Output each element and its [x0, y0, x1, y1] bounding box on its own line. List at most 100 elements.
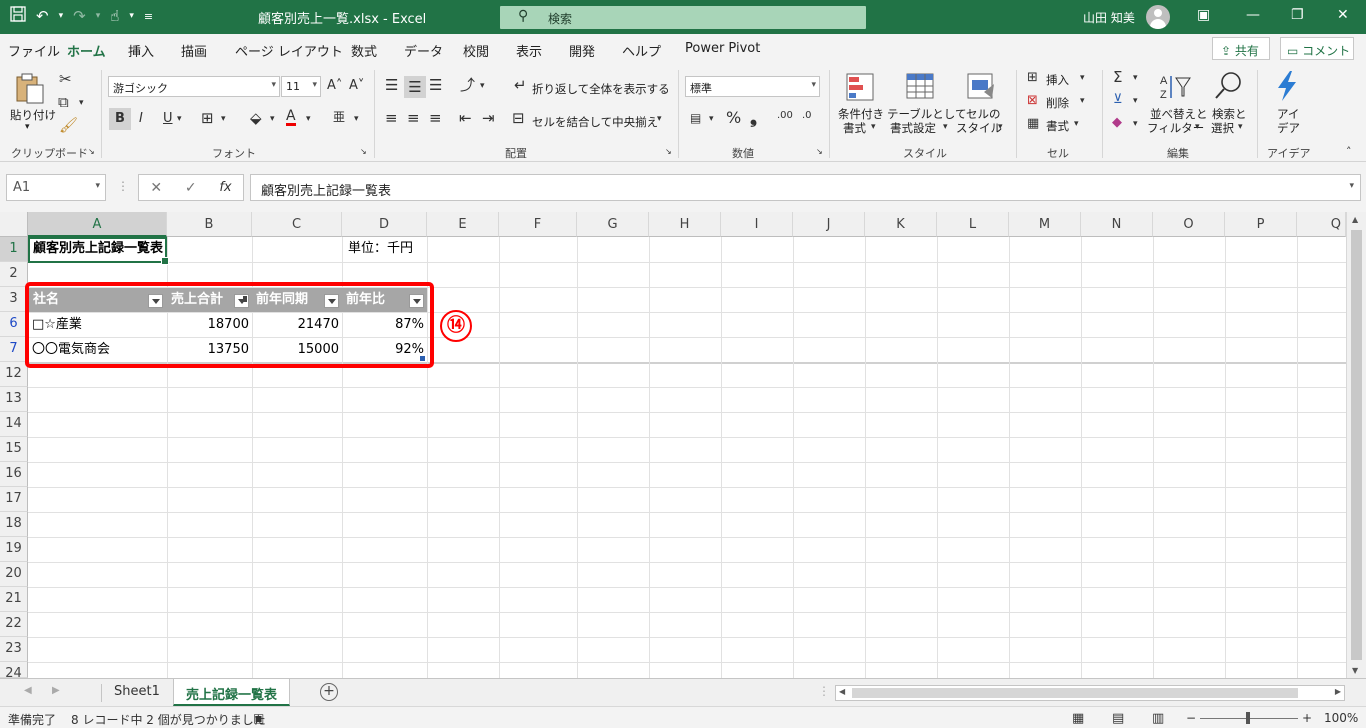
fill-dropdown-icon[interactable]: ▾ [270, 115, 275, 124]
phonetic-icon[interactable]: 亜 [333, 111, 345, 123]
font-color-dropdown-icon[interactable]: ▾ [306, 115, 311, 124]
zoom-in-icon[interactable]: + [1302, 711, 1312, 725]
ribbon-display-options-icon[interactable]: ▣ [1197, 7, 1210, 23]
column-header[interactable]: L [937, 212, 1009, 237]
merge-center-button[interactable]: セルを結合して中央揃え [532, 114, 658, 130]
touch-dropdown-icon[interactable]: ▾ [129, 11, 134, 21]
scroll-down-icon[interactable]: ▼ [1352, 666, 1358, 675]
zoom-level[interactable]: 100% [1324, 711, 1358, 725]
merge-center-icon[interactable]: ⊟ [512, 111, 525, 126]
accounting-format-icon[interactable]: ▤ [690, 112, 701, 124]
page-break-view-icon[interactable]: ▥ [1152, 711, 1164, 726]
column-header[interactable]: G [577, 212, 649, 237]
column-header[interactable]: P [1225, 212, 1297, 237]
autosum-icon[interactable]: Σ [1113, 70, 1122, 85]
conditional-formatting-icon[interactable] [845, 72, 877, 104]
enter-icon[interactable]: ✓ [185, 180, 197, 196]
scroll-left-icon[interactable]: ◀ [839, 687, 845, 696]
font-name-select[interactable]: 游ゴシック ▾ [108, 76, 280, 97]
row-header[interactable]: 3 [0, 287, 28, 312]
column-header[interactable]: H [649, 212, 721, 237]
chevron-down-icon[interactable]: ▾ [1080, 74, 1085, 83]
tab-view[interactable]: 表示 [516, 41, 542, 60]
comment-button[interactable]: ▭ コメント [1280, 37, 1354, 60]
search-box[interactable]: ⚲ 検索 [500, 6, 866, 29]
column-header[interactable]: A [28, 212, 167, 237]
add-sheet-icon[interactable]: + [320, 683, 338, 701]
row-header[interactable]: 6 [0, 312, 28, 337]
tab-review[interactable]: 校閲 [463, 41, 489, 60]
zoom-slider-thumb[interactable] [1246, 712, 1250, 724]
number-launcher-icon[interactable]: ↘ [816, 148, 823, 156]
decrease-font-icon[interactable]: A˅ [349, 79, 364, 92]
row-header[interactable]: 16 [0, 462, 28, 487]
increase-font-icon[interactable]: A˄ [327, 79, 342, 92]
clear-icon[interactable]: ◆ [1112, 116, 1122, 129]
page-layout-view-icon[interactable]: ▤ [1112, 711, 1124, 726]
copy-icon[interactable]: ⧉ [58, 95, 69, 110]
chevron-down-icon[interactable]: ▾ [1238, 123, 1243, 132]
find-select-icon[interactable] [1213, 70, 1245, 102]
wrap-text-icon[interactable]: ↵ [514, 78, 527, 93]
cell-styles-label-2[interactable]: スタイル [956, 120, 1002, 136]
insert-cells-icon[interactable]: ⊞ [1027, 71, 1038, 84]
row-header[interactable]: 19 [0, 537, 28, 562]
restore-icon[interactable]: ❐ [1291, 7, 1304, 23]
chevron-down-icon[interactable]: ▾ [1195, 123, 1200, 132]
ideas-label-2[interactable]: デア [1277, 120, 1300, 136]
more-icon[interactable]: ⋮ [818, 684, 830, 698]
normal-view-icon[interactable]: ▦ [1072, 711, 1084, 726]
sheet-tab-sales-list[interactable]: 売上記録一覧表 [173, 679, 291, 706]
align-middle-icon[interactable]: ☰ [404, 76, 426, 98]
tab-page-layout[interactable]: ページ レイアウト [235, 41, 343, 60]
row-header[interactable]: 14 [0, 412, 28, 437]
borders-icon[interactable]: ⊞ [201, 111, 214, 126]
column-header[interactable]: B [167, 212, 252, 237]
name-box[interactable]: A1 ▾ [6, 174, 106, 201]
column-header[interactable]: I [721, 212, 793, 237]
chevron-down-icon[interactable]: ▾ [1080, 97, 1085, 106]
wrap-text-button[interactable]: 折り返して全体を表示する [532, 81, 670, 97]
tab-help[interactable]: ヘルプ [622, 41, 661, 60]
column-header[interactable]: N [1081, 212, 1153, 237]
share-button[interactable]: ⇪ 共有 [1212, 37, 1270, 60]
tab-power-pivot[interactable]: Power Pivot [685, 41, 760, 56]
phonetic-dropdown-icon[interactable]: ▾ [354, 115, 359, 124]
paste-dropdown-icon[interactable]: ▾ [25, 122, 30, 132]
align-left-icon[interactable]: ≡ [385, 111, 398, 126]
align-center-icon[interactable]: ≡ [407, 111, 420, 126]
tab-home[interactable]: ホーム [65, 41, 108, 67]
ideas-icon[interactable] [1274, 70, 1306, 102]
column-header[interactable]: E [427, 212, 499, 237]
paste-label[interactable]: 貼り付け [10, 107, 56, 123]
tab-formulas[interactable]: 数式 [351, 41, 377, 60]
borders-dropdown-icon[interactable]: ▾ [221, 115, 226, 124]
row-header[interactable]: 20 [0, 562, 28, 587]
font-launcher-icon[interactable]: ↘ [360, 148, 367, 156]
orientation-icon[interactable]: ⤴ [460, 78, 475, 93]
find-select-label-2[interactable]: 選択 [1211, 120, 1234, 136]
column-header[interactable]: J [793, 212, 865, 237]
row-header[interactable]: 22 [0, 612, 28, 637]
chevron-down-icon[interactable]: ▾ [998, 123, 1003, 132]
paste-icon[interactable] [14, 72, 46, 104]
increase-indent-icon[interactable]: ⇥ [482, 111, 495, 126]
row-header[interactable]: 15 [0, 437, 28, 462]
column-header[interactable]: Q [1297, 212, 1346, 237]
tab-file[interactable]: ファイル [8, 41, 60, 60]
worksheet-grid[interactable]: A B C D E F G H I J K L M N O P Q 1 2 3 … [0, 212, 1366, 678]
conditional-formatting-label-2[interactable]: 書式 [843, 120, 866, 136]
user-name[interactable]: 山田 知美 [1083, 9, 1135, 26]
number-format-select[interactable]: 標準 ▾ [685, 76, 820, 97]
column-header[interactable]: M [1009, 212, 1081, 237]
format-cells-icon[interactable]: ▦ [1027, 117, 1039, 130]
redo-icon[interactable]: ↷ [73, 7, 86, 25]
close-icon[interactable]: ✕ [1337, 7, 1349, 23]
copy-dropdown-icon[interactable]: ▾ [79, 99, 84, 108]
horizontal-scroll-thumb[interactable] [852, 688, 1298, 698]
sheet-tab-sheet1[interactable]: Sheet1 [102, 679, 172, 706]
chevron-down-icon[interactable]: ▾ [1133, 97, 1138, 106]
scroll-tabs-left-icon[interactable]: ◀ [24, 685, 32, 696]
chevron-down-icon[interactable]: ▾ [1074, 120, 1079, 129]
underline-dropdown-icon[interactable]: ▾ [177, 115, 182, 124]
